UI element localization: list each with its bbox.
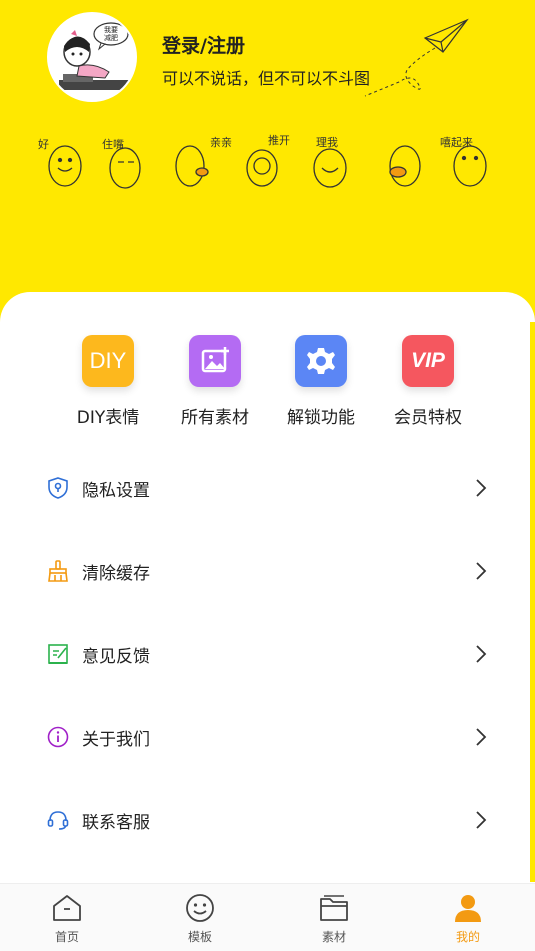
tab-label: 我的 — [455, 930, 480, 944]
menu-item-label: 意见反馈 — [82, 646, 150, 667]
sticker-text: 理我 — [316, 136, 338, 149]
quick-action-unlock[interactable]: 解锁功能 — [266, 335, 376, 428]
broom-icon — [48, 560, 68, 582]
vip-icon: VIP — [402, 335, 454, 387]
svg-text:我要: 我要 — [104, 25, 118, 34]
smile-icon — [186, 894, 214, 922]
sticker-text: 嘻起来 — [440, 136, 473, 149]
home-icon — [53, 895, 81, 921]
image-add-icon — [189, 335, 241, 387]
tab-label: 素材 — [321, 930, 346, 944]
quick-action-label: DIY表情 — [76, 408, 140, 428]
profile-header: 我要 减肥 登录/注册 可以不说话，但不可以不斗图 好 住嘴 亲亲 推开 理我 — [0, 0, 535, 330]
user-icon — [455, 895, 481, 922]
headset-icon — [47, 811, 69, 830]
gear-icon — [295, 335, 347, 387]
sticker-strip: 好 住嘴 亲亲 推开 理我 嘻起来 — [30, 128, 510, 198]
menu-item-about[interactable]: 关于我们 — [0, 707, 535, 767]
quick-action-diy[interactable]: DIY DIY表情 — [53, 335, 163, 428]
menu-item-privacy[interactable]: 隐私设置 — [0, 458, 535, 518]
paper-plane-icon — [364, 18, 469, 97]
menu-item-label: 联系客服 — [82, 812, 150, 833]
login-register-title[interactable]: 登录/注册 — [162, 31, 245, 58]
chevron-right-icon — [476, 645, 487, 663]
diy-icon: DIY — [82, 335, 134, 387]
tab-templates[interactable]: 模板 — [160, 892, 240, 945]
menu-item-feedback[interactable]: 意见反馈 — [0, 624, 535, 684]
sticker-text: 推开 — [268, 134, 290, 147]
menu-item-customer-service[interactable]: 联系客服 — [0, 790, 535, 850]
menu-item-label: 清除缓存 — [82, 563, 150, 584]
feedback-edit-icon — [48, 644, 68, 664]
tab-materials[interactable]: 素材 — [294, 892, 374, 945]
menu-item-clear-cache[interactable]: 清除缓存 — [0, 541, 535, 601]
sticker-text: 好 — [38, 138, 49, 151]
bottom-tab-bar: 首页 模板 素材 我的 — [0, 883, 535, 951]
chevron-right-icon — [476, 728, 487, 746]
tab-home[interactable]: 首页 — [27, 892, 107, 945]
quick-action-label: 所有素材 — [181, 408, 249, 428]
quick-action-label: 解锁功能 — [287, 408, 355, 428]
quick-action-vip[interactable]: VIP 会员特权 — [373, 335, 483, 428]
chevron-right-icon — [476, 479, 487, 497]
menu-item-label: 关于我们 — [82, 729, 150, 750]
menu-item-label: 隐私设置 — [82, 480, 150, 501]
sticker-text: 住嘴 — [102, 138, 124, 151]
avatar-cartoon-icon: 我要 减肥 — [50, 15, 135, 100]
chevron-right-icon — [476, 562, 487, 580]
chevron-right-icon — [476, 811, 487, 829]
quick-action-label: 会员特权 — [394, 408, 462, 428]
svg-text:减肥: 减肥 — [104, 33, 118, 42]
tab-label: 模板 — [187, 930, 212, 944]
profile-slogan: 可以不说话，但不可以不斗图 — [162, 69, 371, 88]
sticker-text: 亲亲 — [210, 136, 232, 149]
tab-mine[interactable]: 我的 — [428, 892, 508, 945]
folder-icon — [320, 895, 348, 921]
shield-lock-icon — [48, 477, 68, 499]
tab-label: 首页 — [54, 930, 79, 944]
info-icon — [47, 726, 69, 748]
avatar[interactable]: 我要 减肥 — [47, 12, 137, 102]
quick-action-all-materials[interactable]: 所有素材 — [160, 335, 270, 428]
